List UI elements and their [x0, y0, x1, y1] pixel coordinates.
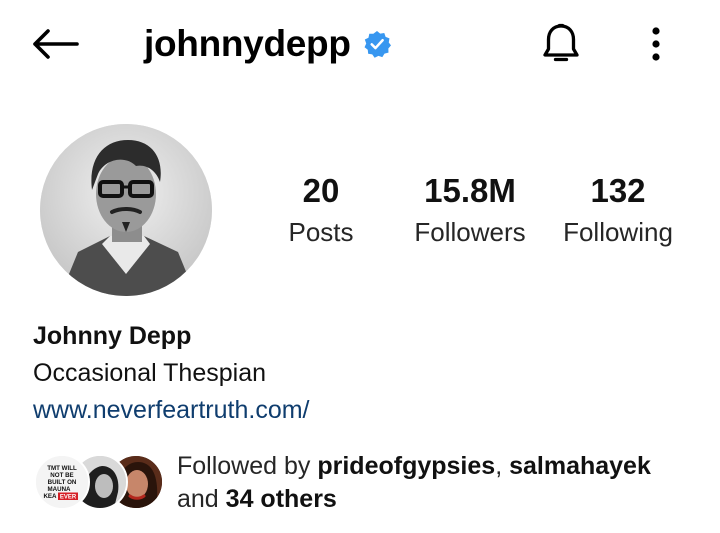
- protest-sign-text: KEA: [43, 493, 57, 500]
- protest-sign-text: MAUNA: [47, 486, 71, 493]
- protest-sign-text: TMT WILL: [47, 465, 77, 472]
- following-count: 132: [590, 172, 646, 209]
- vertical-dots-icon: [652, 27, 660, 61]
- header-username: johnnydepp: [144, 23, 351, 64]
- profile-bio: Johnny Depp Occasional Thespian www.neve…: [33, 318, 693, 429]
- profile-photo: [40, 124, 212, 296]
- followed-by-conjunction: and: [177, 485, 226, 513]
- followers-stat[interactable]: 15.8M Followers: [404, 170, 536, 252]
- protest-sign-text: BUILT ON: [48, 479, 77, 486]
- profile-screen: johnnydepp 20 Posts 15.8M Followers 132 …: [0, 0, 720, 533]
- verified-badge-icon: [364, 31, 391, 58]
- back-button[interactable]: [28, 22, 82, 66]
- bio-website-link[interactable]: www.neverfeartruth.com/: [33, 392, 693, 429]
- profile-title: johnnydepp: [144, 18, 391, 70]
- display-name: Johnny Depp: [33, 322, 192, 350]
- followed-by-row[interactable]: TMT WILL NOT BE BUILT ON MAUNA KEA EVER: [32, 448, 712, 518]
- mutual-followers-others-link[interactable]: 34 others: [226, 485, 337, 513]
- protest-sign-image: TMT WILL NOT BE BUILT ON MAUNA KEA EVER: [36, 456, 88, 508]
- posts-label: Posts: [288, 217, 354, 247]
- followers-count: 15.8M: [424, 172, 516, 209]
- protest-sign-badge: EVER: [60, 495, 77, 501]
- following-label: Following: [563, 217, 673, 247]
- followed-by-prefix: Followed by: [177, 452, 318, 480]
- mutual-follower-link-salmahayek[interactable]: salmahayek: [509, 452, 651, 480]
- followed-by-separator: ,: [495, 452, 510, 480]
- notifications-button[interactable]: [536, 18, 586, 70]
- posts-stat[interactable]: 20 Posts: [268, 170, 374, 252]
- followers-label: Followers: [414, 217, 526, 247]
- arrow-left-icon: [33, 29, 79, 59]
- bio-text: Occasional Thespian: [33, 359, 267, 387]
- more-options-button[interactable]: [636, 18, 676, 70]
- mutual-follower-link-prideofgypsies[interactable]: prideofgypsies: [317, 452, 495, 480]
- profile-header: johnnydepp: [0, 0, 720, 90]
- protest-sign-text: NOT BE: [50, 472, 73, 479]
- profile-avatar[interactable]: [40, 124, 212, 296]
- following-stat[interactable]: 132 Following: [552, 170, 684, 252]
- follower-avatar-prideofgypsies: TMT WILL NOT BE BUILT ON MAUNA KEA EVER: [34, 454, 90, 510]
- bell-icon: [543, 23, 579, 62]
- followed-by-text: Followed by prideofgypsies, salmahayek an…: [177, 450, 707, 516]
- posts-count: 20: [302, 172, 340, 209]
